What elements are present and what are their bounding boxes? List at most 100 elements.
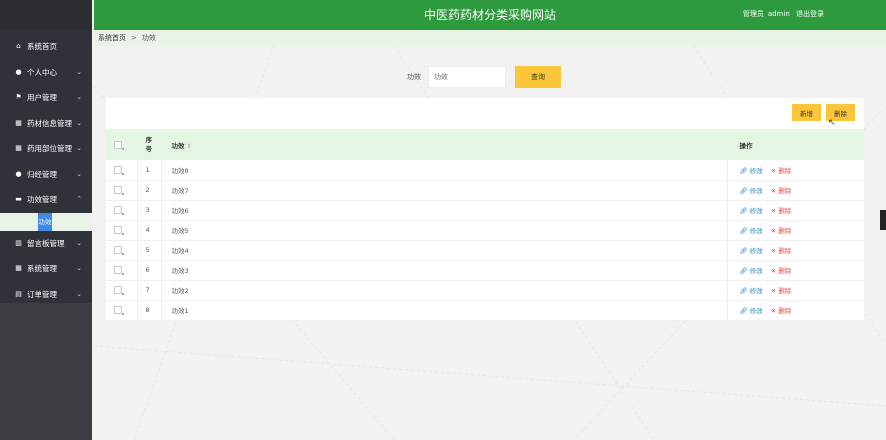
- sidebar-item[interactable]: ▬ 功效管理 ⌃: [0, 187, 92, 213]
- sidebar-footer: [0, 303, 92, 440]
- chevron-down-icon: ⌄: [76, 169, 82, 178]
- link-icon: 🔗︎: [739, 187, 748, 195]
- user-icon: ●: [15, 169, 22, 178]
- sidebar-item-label: 功效管理: [27, 195, 57, 204]
- sort-icon[interactable]: ⇕: [187, 143, 192, 150]
- row-index: 2: [137, 180, 162, 200]
- breadcrumb: 系统首页 > 功效: [94, 30, 886, 46]
- row-operations: 🔗︎ 修改 ✕ 删除: [727, 160, 864, 180]
- edit-button[interactable]: 🔗︎ 修改: [740, 247, 763, 255]
- row-operations: 🔗︎ 修改 ✕ 删除: [727, 240, 864, 260]
- delete-button[interactable]: ✕ 删除: [771, 167, 791, 175]
- row-name: 功效5: [161, 220, 728, 240]
- edit-button[interactable]: 🔗︎ 修改: [740, 307, 763, 315]
- sidebar-item-label: 系统首页: [27, 42, 57, 51]
- row-checkbox[interactable]: [114, 186, 124, 195]
- link-icon: 🔗︎: [739, 166, 748, 175]
- close-icon: ✕: [770, 307, 777, 315]
- delete-button[interactable]: ✕ 删除: [771, 267, 791, 275]
- sidebar-item-label: 留言板管理: [27, 238, 65, 248]
- edit-button[interactable]: 🔗︎ 修改: [740, 167, 763, 175]
- row-name: 功效8: [161, 160, 728, 180]
- sidebar: ⌂ 系统首页 ● 个人中心 ⌄ ⚑ 用户管理 ⌄ ▦ 药材信息管理 ⌄ ▦ 药用部位管理 ⌄ ● 归经管理 ⌄ ▬…: [0, 0, 92, 440]
- row-checkbox-cell: [106, 160, 138, 180]
- close-icon: ✕: [770, 207, 777, 215]
- sidebar-item-label: 归经管理: [27, 169, 57, 179]
- breadcrumb-home[interactable]: 系统首页: [98, 34, 126, 42]
- sidebar-logo-area: [0, 0, 92, 30]
- sidebar-item[interactable]: ⚑ 用户管理 ⌄: [0, 85, 92, 111]
- row-name: 功效2: [161, 280, 728, 300]
- top-header: 中医药药材分类采购网站 管理员 admin 退出登录: [94, 0, 886, 30]
- row-checkbox[interactable]: [114, 306, 124, 315]
- delete-button[interactable]: ✕ 删除: [771, 287, 791, 295]
- row-index: 5: [137, 240, 162, 260]
- grid-icon: ▦: [15, 144, 22, 152]
- edit-button[interactable]: 🔗︎ 修改: [740, 227, 763, 235]
- row-operations: 🔗︎ 修改 ✕ 删除: [727, 180, 864, 200]
- row-operations: 🔗︎ 修改 ✕ 删除: [727, 280, 864, 300]
- sidebar-item[interactable]: ▦ 药用部位管理 ⌄: [0, 136, 92, 162]
- search-input[interactable]: [428, 66, 506, 88]
- delete-button[interactable]: ✕ 删除: [771, 187, 791, 195]
- edit-button[interactable]: 🔗︎ 修改: [740, 287, 763, 295]
- delete-button[interactable]: ✕ 删除: [771, 227, 791, 235]
- chevron-down-icon: ⌄: [76, 238, 82, 247]
- row-checkbox[interactable]: [114, 226, 124, 235]
- header-index: 序号: [137, 129, 162, 160]
- row-name: 功效4: [161, 240, 728, 260]
- row-checkbox-cell: [106, 260, 138, 280]
- sidebar-item[interactable]: ● 个人中心 ⌄: [0, 60, 92, 86]
- grid-icon: ▦: [15, 118, 22, 127]
- header-name[interactable]: 功效 ⇕: [161, 129, 728, 160]
- user-name: admin: [767, 10, 790, 18]
- chevron-down-icon: ⌄: [76, 93, 82, 101]
- delete-button[interactable]: ✕ 删除: [771, 307, 791, 315]
- logout-link[interactable]: 退出登录: [796, 10, 824, 18]
- search-label: 功效: [407, 73, 421, 81]
- row-name: 功效3: [161, 260, 728, 280]
- link-icon: 🔗︎: [739, 207, 748, 215]
- row-checkbox[interactable]: [114, 266, 124, 275]
- sidebar-item[interactable]: ▥ 留言板管理 ⌄: [0, 231, 92, 257]
- delete-button[interactable]: ✕ 删除: [771, 247, 791, 255]
- edit-button[interactable]: 🔗︎ 修改: [740, 267, 763, 275]
- scrollbar-handle[interactable]: [880, 210, 886, 230]
- edit-button[interactable]: 🔗︎ 修改: [740, 207, 763, 215]
- submenu-item-active[interactable]: 功效: [38, 212, 52, 231]
- table-panel: 新增 删除 序号 功效 ⇕ 操作 1 功效8 🔗︎ 修改 ✕ 删除 2 功效7 🔗︎ 修改 ✕ 删除 3 功…: [106, 98, 864, 320]
- sidebar-item[interactable]: ⌂ 系统首页: [0, 34, 92, 60]
- table-row: 3 功效6 🔗︎ 修改 ✕ 删除: [106, 200, 864, 220]
- table-header-row: 序号 功效 ⇕ 操作: [106, 129, 864, 160]
- user-icon: ●: [15, 67, 22, 76]
- row-checkbox[interactable]: [114, 206, 124, 215]
- row-checkbox-cell: [106, 300, 138, 320]
- header-checkbox-cell: [106, 129, 138, 160]
- sidebar-item[interactable]: ● 归经管理 ⌄: [0, 162, 92, 188]
- sidebar-item-label: 用户管理: [27, 93, 57, 102]
- sidebar-item[interactable]: ▦ 系统管理 ⌄: [0, 256, 92, 282]
- delete-button[interactable]: ✕ 删除: [771, 207, 791, 215]
- row-operations: 🔗︎ 修改 ✕ 删除: [727, 220, 864, 240]
- sidebar-item-label: 系统管理: [27, 264, 57, 273]
- close-icon: ✕: [770, 287, 777, 295]
- link-icon: 🔗︎: [739, 267, 748, 275]
- row-index: 7: [137, 280, 162, 300]
- edit-button[interactable]: 🔗︎ 修改: [740, 187, 763, 195]
- row-checkbox[interactable]: [114, 165, 124, 175]
- row-checkbox[interactable]: [114, 246, 124, 255]
- mouse-cursor-icon: ↖: [828, 118, 836, 128]
- search-button[interactable]: 查询: [515, 66, 561, 88]
- header-operations: 操作: [739, 141, 753, 150]
- sidebar-submenu: 功效: [0, 212, 92, 231]
- row-checkbox-cell: [106, 200, 138, 220]
- main-content: 功效 查询 新增 删除 序号 功效⇕ 操作 1功效8🔗︎修改✕删除2功效7🔗︎修…: [94, 46, 886, 440]
- chevron-down-icon: ⌄: [76, 118, 82, 127]
- close-icon: ✕: [770, 267, 777, 275]
- flag-icon: ⚑: [15, 93, 22, 101]
- row-checkbox[interactable]: [114, 286, 124, 295]
- add-button[interactable]: 新增: [792, 104, 821, 121]
- breadcrumb-current: 功效: [141, 34, 156, 42]
- select-all-checkbox[interactable]: [114, 140, 124, 150]
- sidebar-item[interactable]: ▦ 药材信息管理 ⌄: [0, 111, 92, 137]
